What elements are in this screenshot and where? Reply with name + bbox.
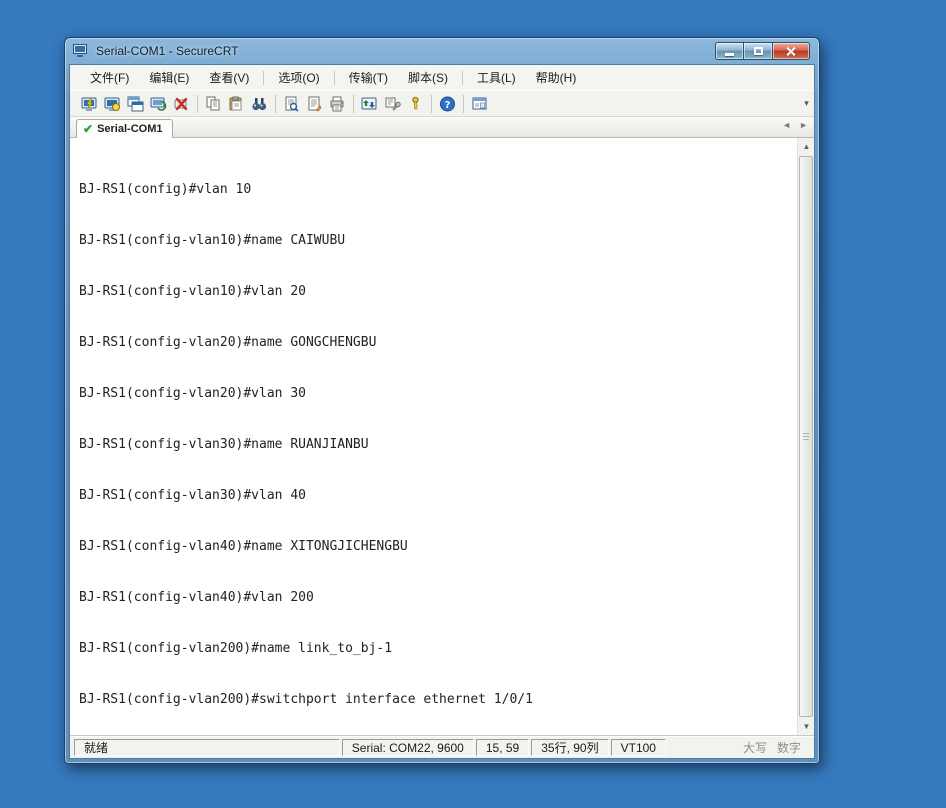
tab-bar: Serial-COM1 <box>70 117 814 138</box>
menu-edit[interactable]: 编辑(E) <box>139 65 199 90</box>
paste-icon[interactable] <box>225 93 248 114</box>
find-icon[interactable] <box>248 93 271 114</box>
status-serial: Serial: COM22, 9600 <box>341 739 474 756</box>
toolbar-separator <box>275 94 276 113</box>
quick-connect-icon[interactable] <box>78 93 101 114</box>
vertical-scrollbar[interactable] <box>797 138 814 735</box>
terminal-line: BJ-RS1(config-vlan40)#name XITONGJICHENG… <box>79 539 408 554</box>
menu-bar: 文件(F) 编辑(E) 查看(V) 选项(O) 传输(T) 脚本(S) 工具(L… <box>70 65 814 90</box>
menu-file[interactable]: 文件(F) <box>80 65 139 90</box>
status-terminal-size: 35行, 90列 <box>531 739 609 756</box>
scrollbar-grip <box>803 432 809 441</box>
terminal-line: BJ-RS1(config-vlan10)#vlan 20 <box>79 284 306 299</box>
client-area: 文件(F) 编辑(E) 查看(V) 选项(O) 传输(T) 脚本(S) 工具(L… <box>69 64 815 759</box>
securecrt-window: Serial-COM1 - SecureCRT 文件(F) 编辑(E) 查看(V… <box>64 37 820 764</box>
reconnect-icon[interactable] <box>147 93 170 114</box>
toolbar-separator <box>463 94 464 113</box>
toolbar-separator <box>353 94 354 113</box>
scroll-down-icon[interactable] <box>798 718 814 735</box>
menu-options[interactable]: 选项(O) <box>268 65 329 90</box>
minimize-icon <box>725 53 734 56</box>
menu-tools[interactable]: 工具(L) <box>467 65 526 90</box>
menu-separator <box>333 70 335 85</box>
maximize-icon <box>753 47 763 55</box>
key-icon[interactable] <box>404 93 427 114</box>
toolbar: ? <box>70 90 814 117</box>
close-button[interactable] <box>773 42 810 60</box>
terminal-line: BJ-RS1(config-vlan200)#name link_to_bj-1 <box>79 641 393 656</box>
terminal-output: BJ-RS1(config)#vlan 10 BJ-RS1(config-vla… <box>70 138 814 735</box>
menu-help[interactable]: 帮助(H) <box>526 65 587 90</box>
print-icon[interactable] <box>326 93 349 114</box>
session-manager-icon[interactable] <box>468 93 491 114</box>
print-preview-icon[interactable] <box>280 93 303 114</box>
terminal-line: BJ-RS1(config-vlan20)#vlan 30 <box>79 386 306 401</box>
terminal-line: BJ-RS1(config-vlan40)#vlan 200 <box>79 590 314 605</box>
disconnect-icon[interactable] <box>170 93 193 114</box>
tab-scroll-nav <box>782 120 808 130</box>
tab-scroll-left-icon[interactable] <box>782 120 791 130</box>
menu-separator <box>461 70 463 85</box>
status-num-lock: 数字 <box>776 741 801 755</box>
status-cursor-position: 15, 59 <box>475 739 530 756</box>
help-icon[interactable]: ? <box>436 93 459 114</box>
status-lock-indicators: 大写 数字 <box>743 739 811 756</box>
terminal-area[interactable]: BJ-RS1(config)#vlan 10 BJ-RS1(config-vla… <box>70 138 814 736</box>
terminal-line: BJ-RS1(config-vlan200)#switchport interf… <box>79 692 533 707</box>
scroll-up-icon[interactable] <box>798 138 814 155</box>
svg-text:?: ? <box>445 100 451 111</box>
status-caps-lock: 大写 <box>742 741 767 755</box>
close-icon <box>786 46 797 57</box>
menu-separator <box>263 70 265 85</box>
menu-transfer[interactable]: 传输(T) <box>339 65 398 90</box>
terminal-line: BJ-RS1(config-vlan30)#name RUANJIANBU <box>79 437 369 452</box>
maximize-button[interactable] <box>744 42 773 60</box>
status-ready: 就绪 <box>74 739 340 756</box>
menu-script[interactable]: 脚本(S) <box>398 65 458 90</box>
scrollbar-thumb[interactable] <box>799 156 813 717</box>
connected-check-icon <box>83 122 93 136</box>
menu-view[interactable]: 查看(V) <box>199 65 259 90</box>
tab-label: Serial-COM1 <box>97 123 163 135</box>
file-transfer-icon[interactable] <box>358 93 381 114</box>
toolbar-separator <box>197 94 198 113</box>
connect-icon[interactable] <box>101 93 124 114</box>
terminal-line: BJ-RS1(config-vlan10)#name CAIWUBU <box>79 233 346 248</box>
toolbar-overflow-button[interactable] <box>801 94 812 114</box>
page-setup-icon[interactable] <box>303 93 326 114</box>
tab-serial-com1[interactable]: Serial-COM1 <box>76 119 174 138</box>
terminal-line: BJ-RS1(config-vlan20)#name GONGCHENGBU <box>79 335 377 350</box>
terminal-line: BJ-RS1(config-vlan30)#vlan 40 <box>79 488 306 503</box>
status-emulation: VT100 <box>610 739 666 756</box>
terminal-line: BJ-RS1(config)#vlan 10 <box>79 182 252 197</box>
session-options-icon[interactable] <box>381 93 404 114</box>
toolbar-separator <box>431 94 432 113</box>
window-title: Serial-COM1 - SecureCRT <box>96 43 239 58</box>
connect-in-tab-icon[interactable] <box>124 93 147 114</box>
status-bar: 就绪 Serial: COM22, 9600 15, 59 35行, 90列 V… <box>70 736 814 758</box>
tab-scroll-right-icon[interactable] <box>799 120 808 130</box>
titlebar[interactable]: Serial-COM1 - SecureCRT <box>65 38 819 63</box>
app-icon <box>73 43 89 58</box>
minimize-button[interactable] <box>715 42 744 60</box>
copy-icon[interactable] <box>202 93 225 114</box>
caption-buttons <box>715 42 810 60</box>
